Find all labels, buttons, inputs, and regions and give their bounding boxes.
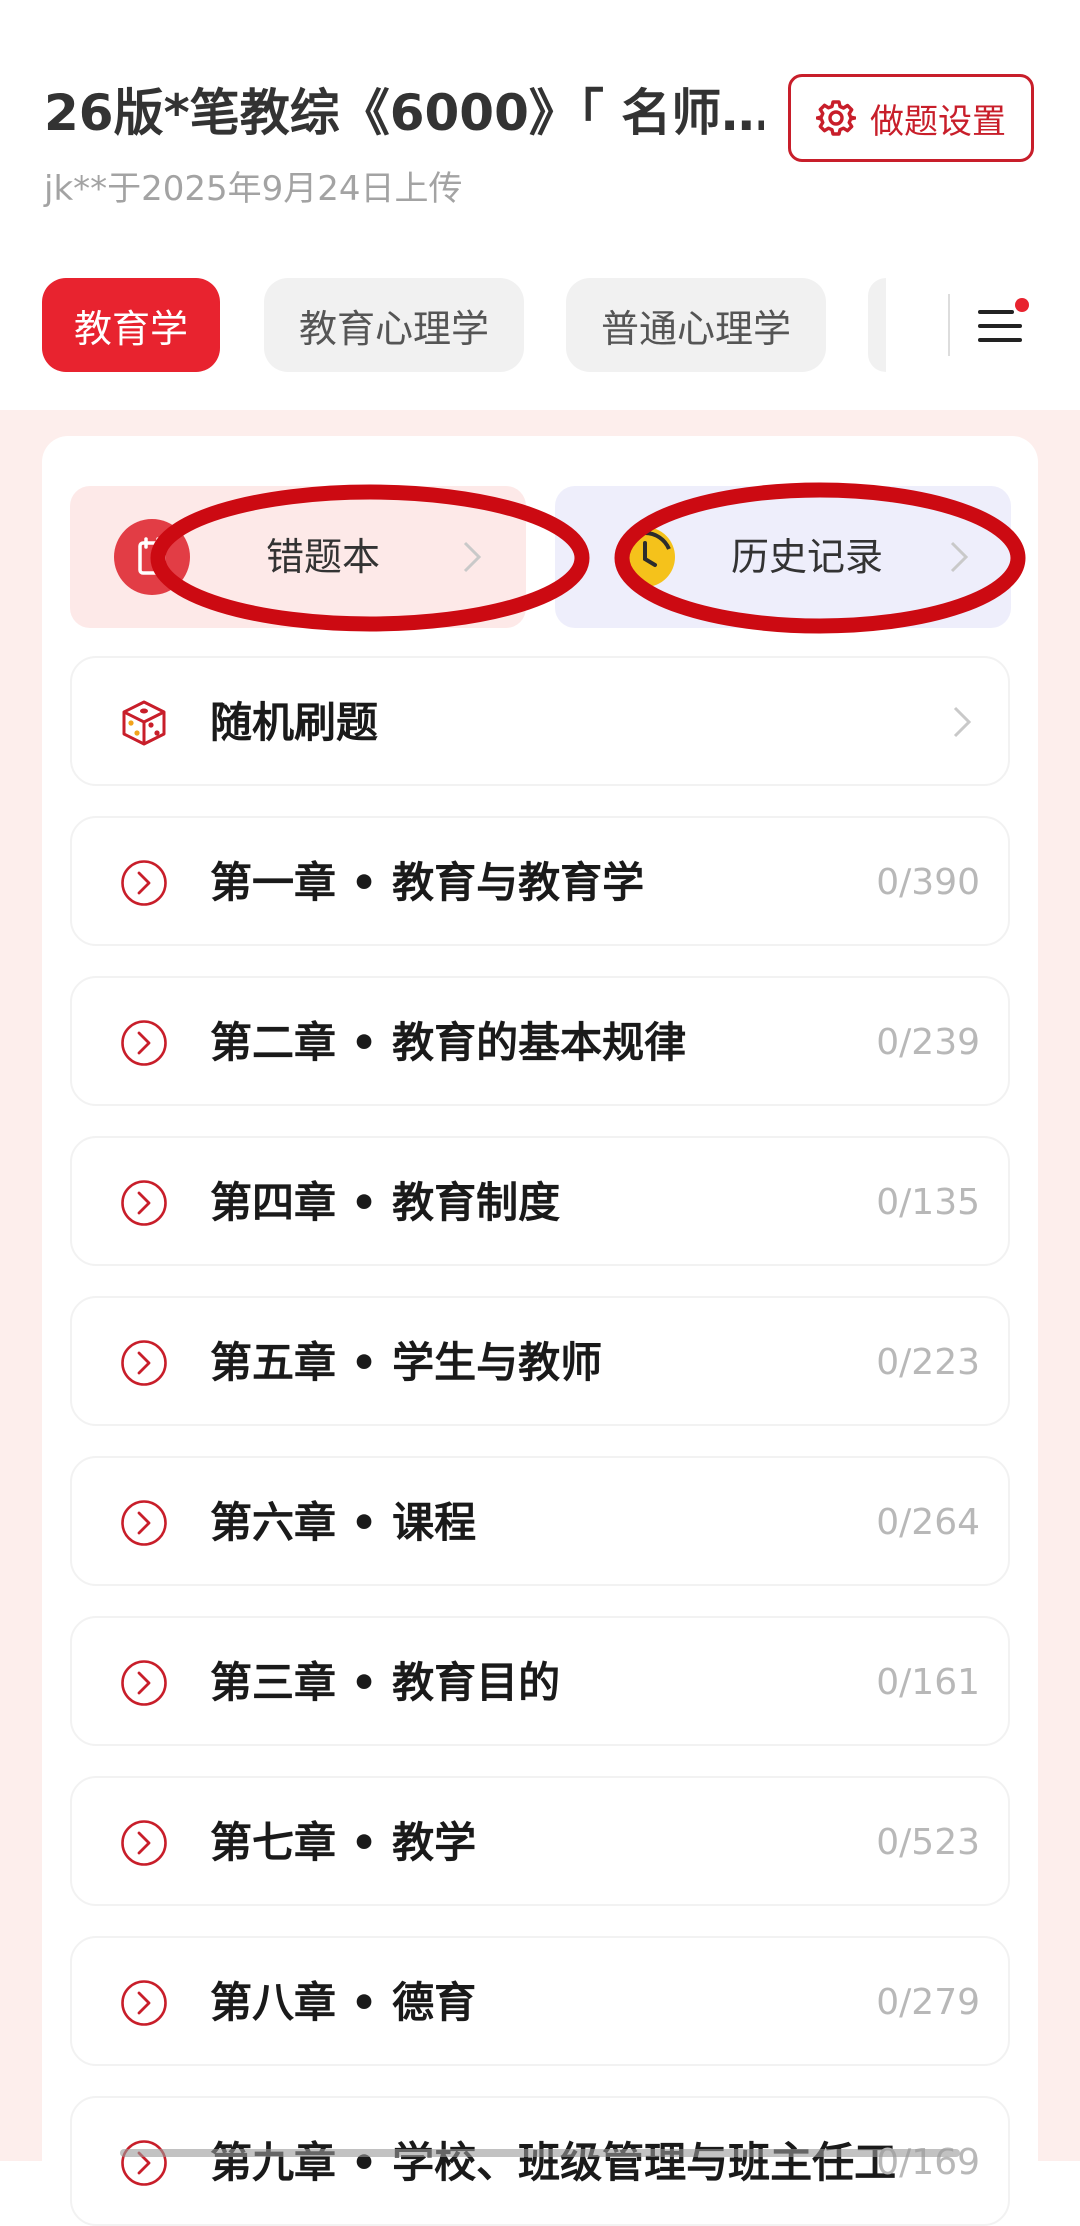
page-title: 26版*笔教综《6000》「 名师… — [44, 84, 764, 142]
chevron-circle-icon — [120, 2139, 168, 2187]
chapter-row[interactable]: 第七章 • 教学 0/523 — [70, 1776, 1010, 1906]
tab-general-psychology[interactable]: 普通心理学 — [566, 278, 826, 372]
chevron-circle-icon — [120, 859, 168, 907]
chapter-card: 错题本 历史记录 随机刷题 第一章 • 教育与教育学 0/390 第二章 • 教… — [42, 436, 1038, 2226]
chapter-progress: 0/135 — [876, 1182, 980, 1223]
chapter-title: 第三章 • 教育目的 — [210, 1658, 561, 1707]
chapter-progress: 0/523 — [876, 1822, 980, 1863]
tab-divider — [948, 294, 950, 356]
chevron-circle-icon — [120, 1659, 168, 1707]
chevron-circle-icon — [120, 1819, 168, 1867]
chapter-progress: 0/169 — [876, 2142, 980, 2183]
tab-pedagogy[interactable]: 教育学 — [42, 278, 220, 372]
uploader-info: jk**于2025年9月24日上传 — [44, 169, 463, 209]
chapter-title: 第八章 • 德育 — [210, 1978, 477, 2027]
dice-icon — [120, 699, 168, 747]
content-area: 错题本 历史记录 随机刷题 第一章 • 教育与教育学 0/390 第二章 • 教… — [0, 410, 1080, 2226]
chapter-progress: 0/223 — [876, 1342, 980, 1383]
chapter-title: 第九章 • 学校、班级管理与班主任工 — [210, 2138, 897, 2187]
chapter-row[interactable]: 第五章 • 学生与教师 0/223 — [70, 1296, 1010, 1426]
chapter-row[interactable]: 第八章 • 德育 0/279 — [70, 1936, 1010, 2066]
chapter-title: 第五章 • 学生与教师 — [210, 1338, 603, 1387]
wrong-book-button[interactable]: 错题本 — [70, 486, 526, 628]
chapter-progress: 0/239 — [876, 1022, 980, 1063]
chevron-circle-icon — [120, 1979, 168, 2027]
history-icon — [607, 519, 683, 595]
chapter-progress: 0/390 — [876, 862, 980, 903]
chevron-right-icon — [950, 702, 974, 742]
chapter-title: 第六章 • 课程 — [210, 1498, 477, 1547]
chevron-right-icon — [947, 538, 971, 576]
practice-settings-button[interactable]: 做题设置 — [788, 74, 1034, 162]
chevron-circle-icon — [120, 1179, 168, 1227]
menu-icon — [978, 298, 1029, 342]
chapter-row[interactable]: 第三章 • 教育目的 0/161 — [70, 1616, 1010, 1746]
chevron-circle-icon — [120, 1019, 168, 1067]
home-indicator[interactable] — [120, 2149, 960, 2157]
tab-overflow-peek[interactable] — [868, 278, 886, 372]
chapter-row[interactable]: 第九章 • 学校、班级管理与班主任工 0/169 — [70, 2096, 1010, 2226]
chapter-progress: 0/161 — [876, 1662, 980, 1703]
wrong-book-label: 错题本 — [266, 535, 381, 579]
chevron-circle-icon — [120, 1499, 168, 1547]
wrong-book-icon — [114, 519, 190, 595]
notification-dot — [1015, 298, 1029, 312]
random-practice-row[interactable]: 随机刷题 — [70, 656, 1010, 786]
chapter-title: 第二章 • 教育的基本规律 — [210, 1018, 687, 1067]
chapter-title: 第七章 • 教学 — [210, 1818, 477, 1867]
chapter-progress: 0/279 — [876, 1982, 980, 2023]
random-practice-label: 随机刷题 — [210, 698, 379, 747]
chapter-row[interactable]: 第六章 • 课程 0/264 — [70, 1456, 1010, 1586]
chapter-progress: 0/264 — [876, 1502, 980, 1543]
practice-settings-label: 做题设置 — [870, 101, 1006, 142]
page-header: 26版*笔教综《6000》「 名师… jk**于2025年9月24日上传 做题设… — [0, 0, 1080, 410]
chevron-right-icon — [460, 538, 484, 576]
tab-educational-psychology[interactable]: 教育心理学 — [264, 278, 524, 372]
subject-tabs: 教育学 教育心理学 普通心理学 — [0, 278, 1080, 374]
history-label: 历史记录 — [731, 535, 884, 579]
menu-button[interactable] — [968, 288, 1038, 358]
history-button[interactable]: 历史记录 — [555, 486, 1011, 628]
gear-icon — [816, 98, 856, 138]
chapter-row[interactable]: 第四章 • 教育制度 0/135 — [70, 1136, 1010, 1266]
chapter-row[interactable]: 第一章 • 教育与教育学 0/390 — [70, 816, 1010, 946]
chapter-title: 第一章 • 教育与教育学 — [210, 858, 645, 907]
chapter-title: 第四章 • 教育制度 — [210, 1178, 561, 1227]
chapter-row[interactable]: 第二章 • 教育的基本规律 0/239 — [70, 976, 1010, 1106]
chevron-circle-icon — [120, 1339, 168, 1387]
